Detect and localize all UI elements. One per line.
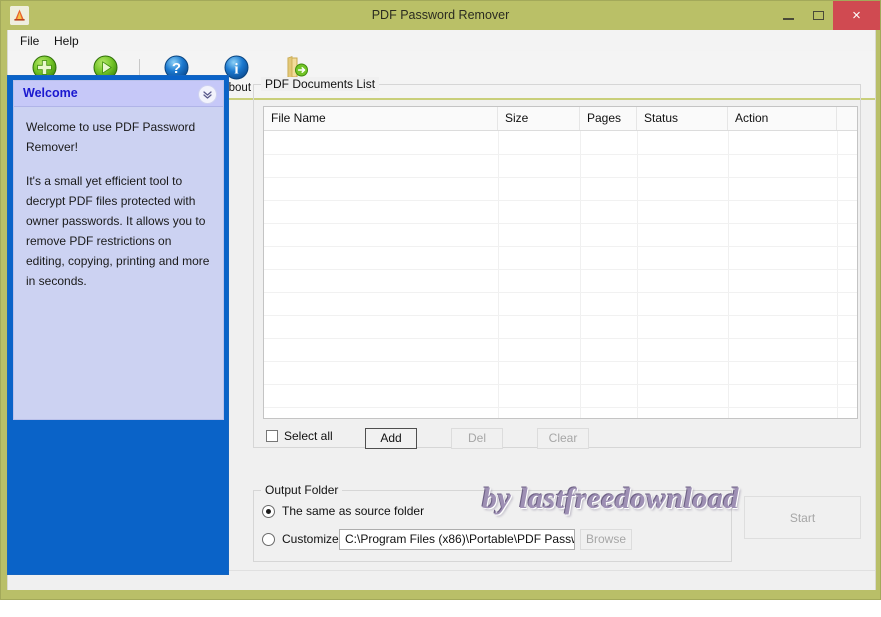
column-header-status[interactable]: Status [637, 107, 728, 130]
application-window: PDF Password Remover × File Help ? i Abo… [0, 0, 881, 617]
column-header-size[interactable]: Size [498, 107, 580, 130]
table-row[interactable] [264, 131, 857, 155]
radio-indicator [262, 504, 275, 518]
table-row[interactable] [264, 177, 857, 201]
minimize-button[interactable] [773, 1, 803, 30]
select-all-checkbox[interactable]: Select all [266, 429, 333, 443]
radio-customize[interactable]: Customize [262, 532, 339, 546]
table-row[interactable] [264, 200, 857, 224]
sidebar: Welcome Welcome to use PDF Password Remo… [7, 75, 229, 575]
title-bar: PDF Password Remover × [1, 1, 880, 30]
column-header-pages[interactable]: Pages [580, 107, 637, 130]
column-header-file-name[interactable]: File Name [264, 107, 498, 130]
start-button[interactable]: Start [744, 496, 861, 539]
table-row[interactable] [264, 407, 857, 418]
maximize-icon [812, 11, 824, 20]
table-row[interactable] [264, 246, 857, 270]
menu-item-file[interactable]: File [15, 33, 44, 49]
column-header-action[interactable]: Action [728, 107, 837, 130]
browse-button[interactable]: Browse [580, 529, 632, 550]
table-row[interactable] [264, 269, 857, 293]
table-header-row: File Name Size Pages Status Action [264, 107, 857, 131]
welcome-panel-body: Welcome to use PDF Password Remover! It'… [14, 107, 223, 291]
output-folder-group: Output Folder The same as source folder … [253, 483, 732, 562]
checkbox-box [266, 430, 278, 442]
radio-customize-label: Customize [282, 532, 339, 546]
table-row[interactable] [264, 315, 857, 339]
minimize-icon [782, 17, 794, 20]
window-frame: PDF Password Remover × File Help ? i Abo… [0, 0, 881, 600]
select-all-label: Select all [284, 429, 333, 443]
output-path-input[interactable]: C:\Program Files (x86)\Portable\PDF Pass… [339, 529, 575, 550]
table-body [264, 131, 857, 418]
welcome-panel-header: Welcome [14, 81, 223, 107]
table-row[interactable] [264, 384, 857, 408]
table-row[interactable] [264, 361, 857, 385]
column-header-spacer[interactable] [837, 107, 857, 130]
close-icon: × [852, 7, 861, 24]
pdf-documents-table[interactable]: File Name Size Pages Status Action [263, 106, 858, 419]
output-folder-legend: Output Folder [261, 483, 343, 497]
table-row[interactable] [264, 292, 857, 316]
main-content: PDF Documents List File Name Size Pages … [247, 75, 862, 575]
close-button[interactable]: × [833, 1, 880, 30]
radio-same-as-source[interactable]: The same as source folder [262, 504, 424, 518]
pdf-documents-list-legend: PDF Documents List [261, 77, 380, 91]
pdf-documents-list-group: PDF Documents List File Name Size Pages … [253, 77, 861, 449]
clear-button[interactable]: Clear [537, 428, 589, 449]
window-controls: × [773, 1, 880, 30]
svg-text:i: i [234, 62, 238, 78]
table-row[interactable] [264, 338, 857, 362]
list-actions-row: Select all Add Del Clear [263, 427, 858, 449]
welcome-paragraph-1: Welcome to use PDF Password Remover! [26, 120, 196, 154]
chevron-double-down-icon[interactable] [198, 85, 217, 104]
table-row[interactable] [264, 223, 857, 247]
maximize-button[interactable] [803, 1, 833, 30]
del-button[interactable]: Del [451, 428, 503, 449]
table-row[interactable] [264, 154, 857, 178]
welcome-panel: Welcome Welcome to use PDF Password Remo… [13, 80, 224, 420]
radio-indicator [262, 532, 275, 546]
menu-item-help[interactable]: Help [49, 33, 84, 49]
welcome-paragraph-2: It's a small yet efficient tool to decry… [26, 174, 210, 288]
radio-same-as-source-label: The same as source folder [282, 504, 425, 518]
welcome-title: Welcome [23, 86, 78, 100]
add-button[interactable]: Add [365, 428, 417, 449]
menu-bar: File Help [8, 30, 875, 52]
start-button-label: Start [789, 510, 816, 525]
window-title: PDF Password Remover [371, 8, 510, 22]
desktop-background [0, 600, 881, 617]
